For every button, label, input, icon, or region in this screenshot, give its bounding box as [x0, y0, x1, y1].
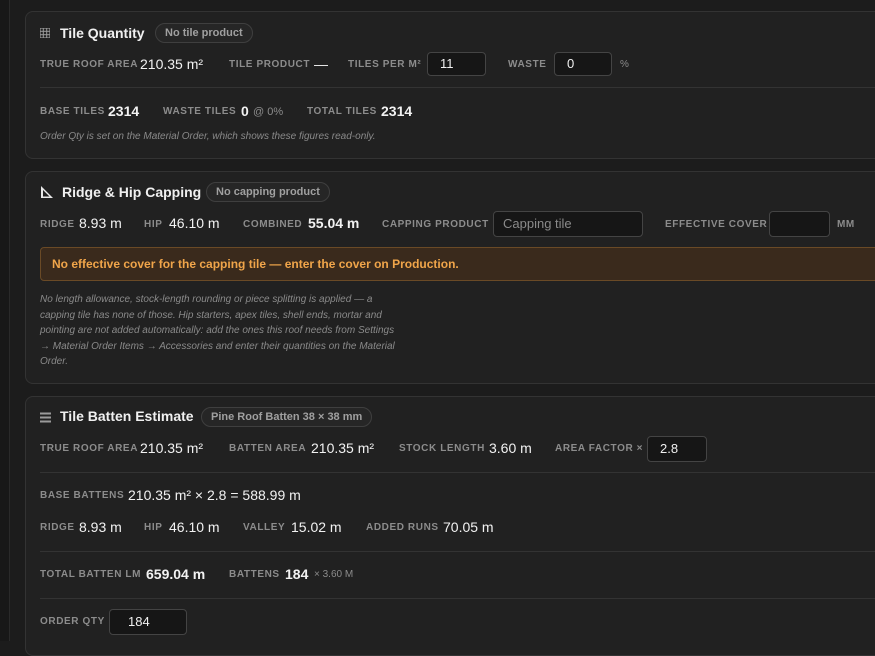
stock-length-label: STOCK LENGTH	[399, 443, 485, 454]
capping-note: No length allowance, stock-length roundi…	[40, 292, 460, 370]
total-tiles-value: 2314	[381, 103, 413, 119]
valley-label: VALLEY	[243, 522, 286, 533]
capping-product-input[interactable]: Capping tile	[493, 211, 643, 237]
hip-value: 46.10 m	[169, 215, 220, 231]
left-rail	[0, 0, 10, 641]
divider	[40, 87, 875, 88]
true-roof-area-label: TRUE ROOF AREA	[40, 59, 139, 70]
waste-input[interactable]: 0	[554, 52, 612, 76]
true-roof-area-value: 210.35 m²	[140, 56, 204, 72]
batten-true-roof-area-value: 210.35 m²	[140, 440, 204, 456]
base-battens-label: BASE BATTENS	[40, 490, 125, 501]
waste-tiles-value: 0	[241, 103, 249, 119]
tile-product-status-badge: No tile product	[155, 23, 253, 43]
total-batten-lm-label: TOTAL BATTEN LM	[40, 569, 142, 580]
tiles-per-m2-input[interactable]: 11	[427, 52, 486, 76]
batten-hip-value: 46.10 m	[169, 519, 220, 535]
batten-area-label: BATTEN AREA	[229, 443, 307, 454]
battens-label: BATTENS	[229, 569, 280, 580]
base-tiles-label: BASE TILES	[40, 106, 105, 117]
valley-value: 15.02 m	[291, 519, 342, 535]
batten-area-value: 210.35 m²	[311, 440, 375, 456]
capping-product-label: CAPPING PRODUCT	[382, 219, 489, 230]
divider	[40, 551, 875, 552]
stock-length-value: 3.60 m	[489, 440, 532, 456]
tile-product-value: —	[314, 56, 328, 72]
tile-product-label: TILE PRODUCT	[229, 59, 311, 70]
effective-cover-input[interactable]	[769, 211, 830, 237]
battens-value: 184	[285, 566, 309, 582]
area-factor-input[interactable]: 2.8	[647, 436, 707, 462]
capping-note-line: capping tile has none of those. Hip star…	[40, 309, 382, 321]
waste-tiles-rate: @ 0%	[253, 106, 284, 118]
capping-note-line: → Material Order Items → Accessories and…	[40, 340, 395, 352]
effective-cover-label: EFFECTIVE COVER	[665, 219, 768, 230]
capping-note-line: No length allowance, stock-length roundi…	[40, 294, 373, 305]
capping-product-status-badge: No capping product	[206, 182, 330, 202]
batten-product-badge: Pine Roof Batten 38 × 38 mm	[201, 407, 373, 427]
missing-cover-warning: No effective cover for the capping tile …	[40, 247, 875, 281]
divider	[40, 598, 875, 599]
base-battens-value: 210.35 m² × 2.8 = 588.99 m	[128, 487, 301, 503]
capping-note-line: pointing are not added automatically: ad…	[40, 325, 395, 337]
triangle-icon	[41, 186, 53, 198]
area-factor-label: AREA FACTOR ×	[555, 443, 644, 454]
added-runs-value: 70.05 m	[443, 519, 494, 535]
combined-label: COMBINED	[243, 219, 303, 230]
waste-unit: %	[620, 59, 629, 70]
batten-hip-label: HIP	[144, 522, 163, 533]
added-runs-label: ADDED RUNS	[366, 522, 439, 533]
batten-ridge-value: 8.93 m	[79, 519, 122, 535]
order-qty-input[interactable]: 184	[109, 609, 187, 635]
tile-batten-estimate-title: Tile Batten Estimate	[60, 408, 194, 424]
combined-value: 55.04 m	[308, 215, 360, 231]
capping-note-line: Order.	[40, 356, 68, 368]
battens-stock-length: × 3.60 M	[314, 569, 354, 580]
hip-label: HIP	[144, 219, 163, 230]
batten-true-roof-area-label: TRUE ROOF AREA	[40, 443, 139, 454]
ridge-hip-capping-title: Ridge & Hip Capping	[62, 184, 202, 200]
list-icon	[40, 412, 51, 423]
total-batten-lm-value: 659.04 m	[146, 566, 206, 582]
divider	[40, 472, 875, 473]
base-tiles-value: 2314	[108, 103, 140, 119]
ridge-value: 8.93 m	[79, 215, 122, 231]
batten-ridge-label: RIDGE	[40, 522, 75, 533]
waste-tiles-label: WASTE TILES	[163, 106, 237, 117]
tile-quantity-title: Tile Quantity	[60, 25, 145, 41]
total-tiles-label: TOTAL TILES	[307, 106, 377, 117]
tiles-per-m2-label: TILES PER M²	[348, 59, 422, 70]
ridge-label: RIDGE	[40, 219, 75, 230]
grid-icon	[40, 28, 50, 38]
order-qty-label: ORDER QTY	[40, 616, 105, 627]
effective-cover-unit: MM	[837, 219, 855, 230]
waste-label: WASTE	[508, 59, 547, 70]
tile-quantity-note: Order Qty is set on the Material Order, …	[40, 131, 376, 142]
